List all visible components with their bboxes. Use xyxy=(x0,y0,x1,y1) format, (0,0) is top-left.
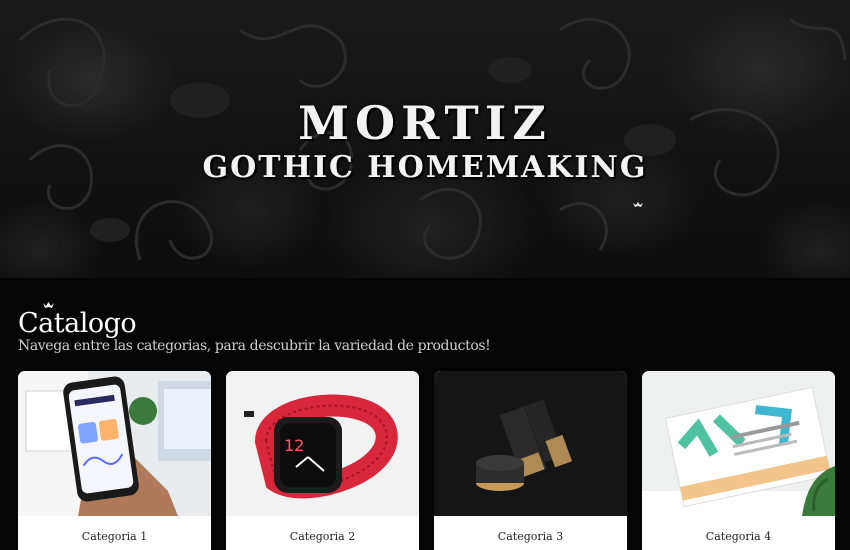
category-card-2[interactable]: 12 Categoria 2 xyxy=(226,371,419,550)
category-image-1 xyxy=(18,371,211,516)
category-card-1[interactable]: Categoria 1 xyxy=(18,371,211,550)
category-card-4[interactable]: Categoria 4 xyxy=(642,371,835,550)
hero-title: MORTIZ xyxy=(298,96,552,150)
category-label-2: Categoria 2 xyxy=(289,530,356,543)
category-label-3: Categoria 3 xyxy=(497,530,564,543)
catalog-title: Catalogo xyxy=(18,308,137,339)
category-label-1: Categoria 1 xyxy=(81,530,148,543)
hero-banner: MORTIZ GOTHIC HOMEMAKING xyxy=(0,0,850,278)
category-card-3[interactable]: Categoria 3 xyxy=(434,371,627,550)
category-image-2: 12 xyxy=(226,371,419,516)
category-label-4: Categoria 4 xyxy=(705,530,772,543)
hero-subtitle: GOTHIC HOMEMAKING xyxy=(202,150,648,185)
svg-text:12: 12 xyxy=(284,436,304,455)
bat-icon xyxy=(633,202,643,207)
catalog-subtitle: Navega entre las categorias, para descub… xyxy=(18,338,491,354)
category-image-3 xyxy=(434,371,627,516)
category-image-4 xyxy=(642,371,835,516)
